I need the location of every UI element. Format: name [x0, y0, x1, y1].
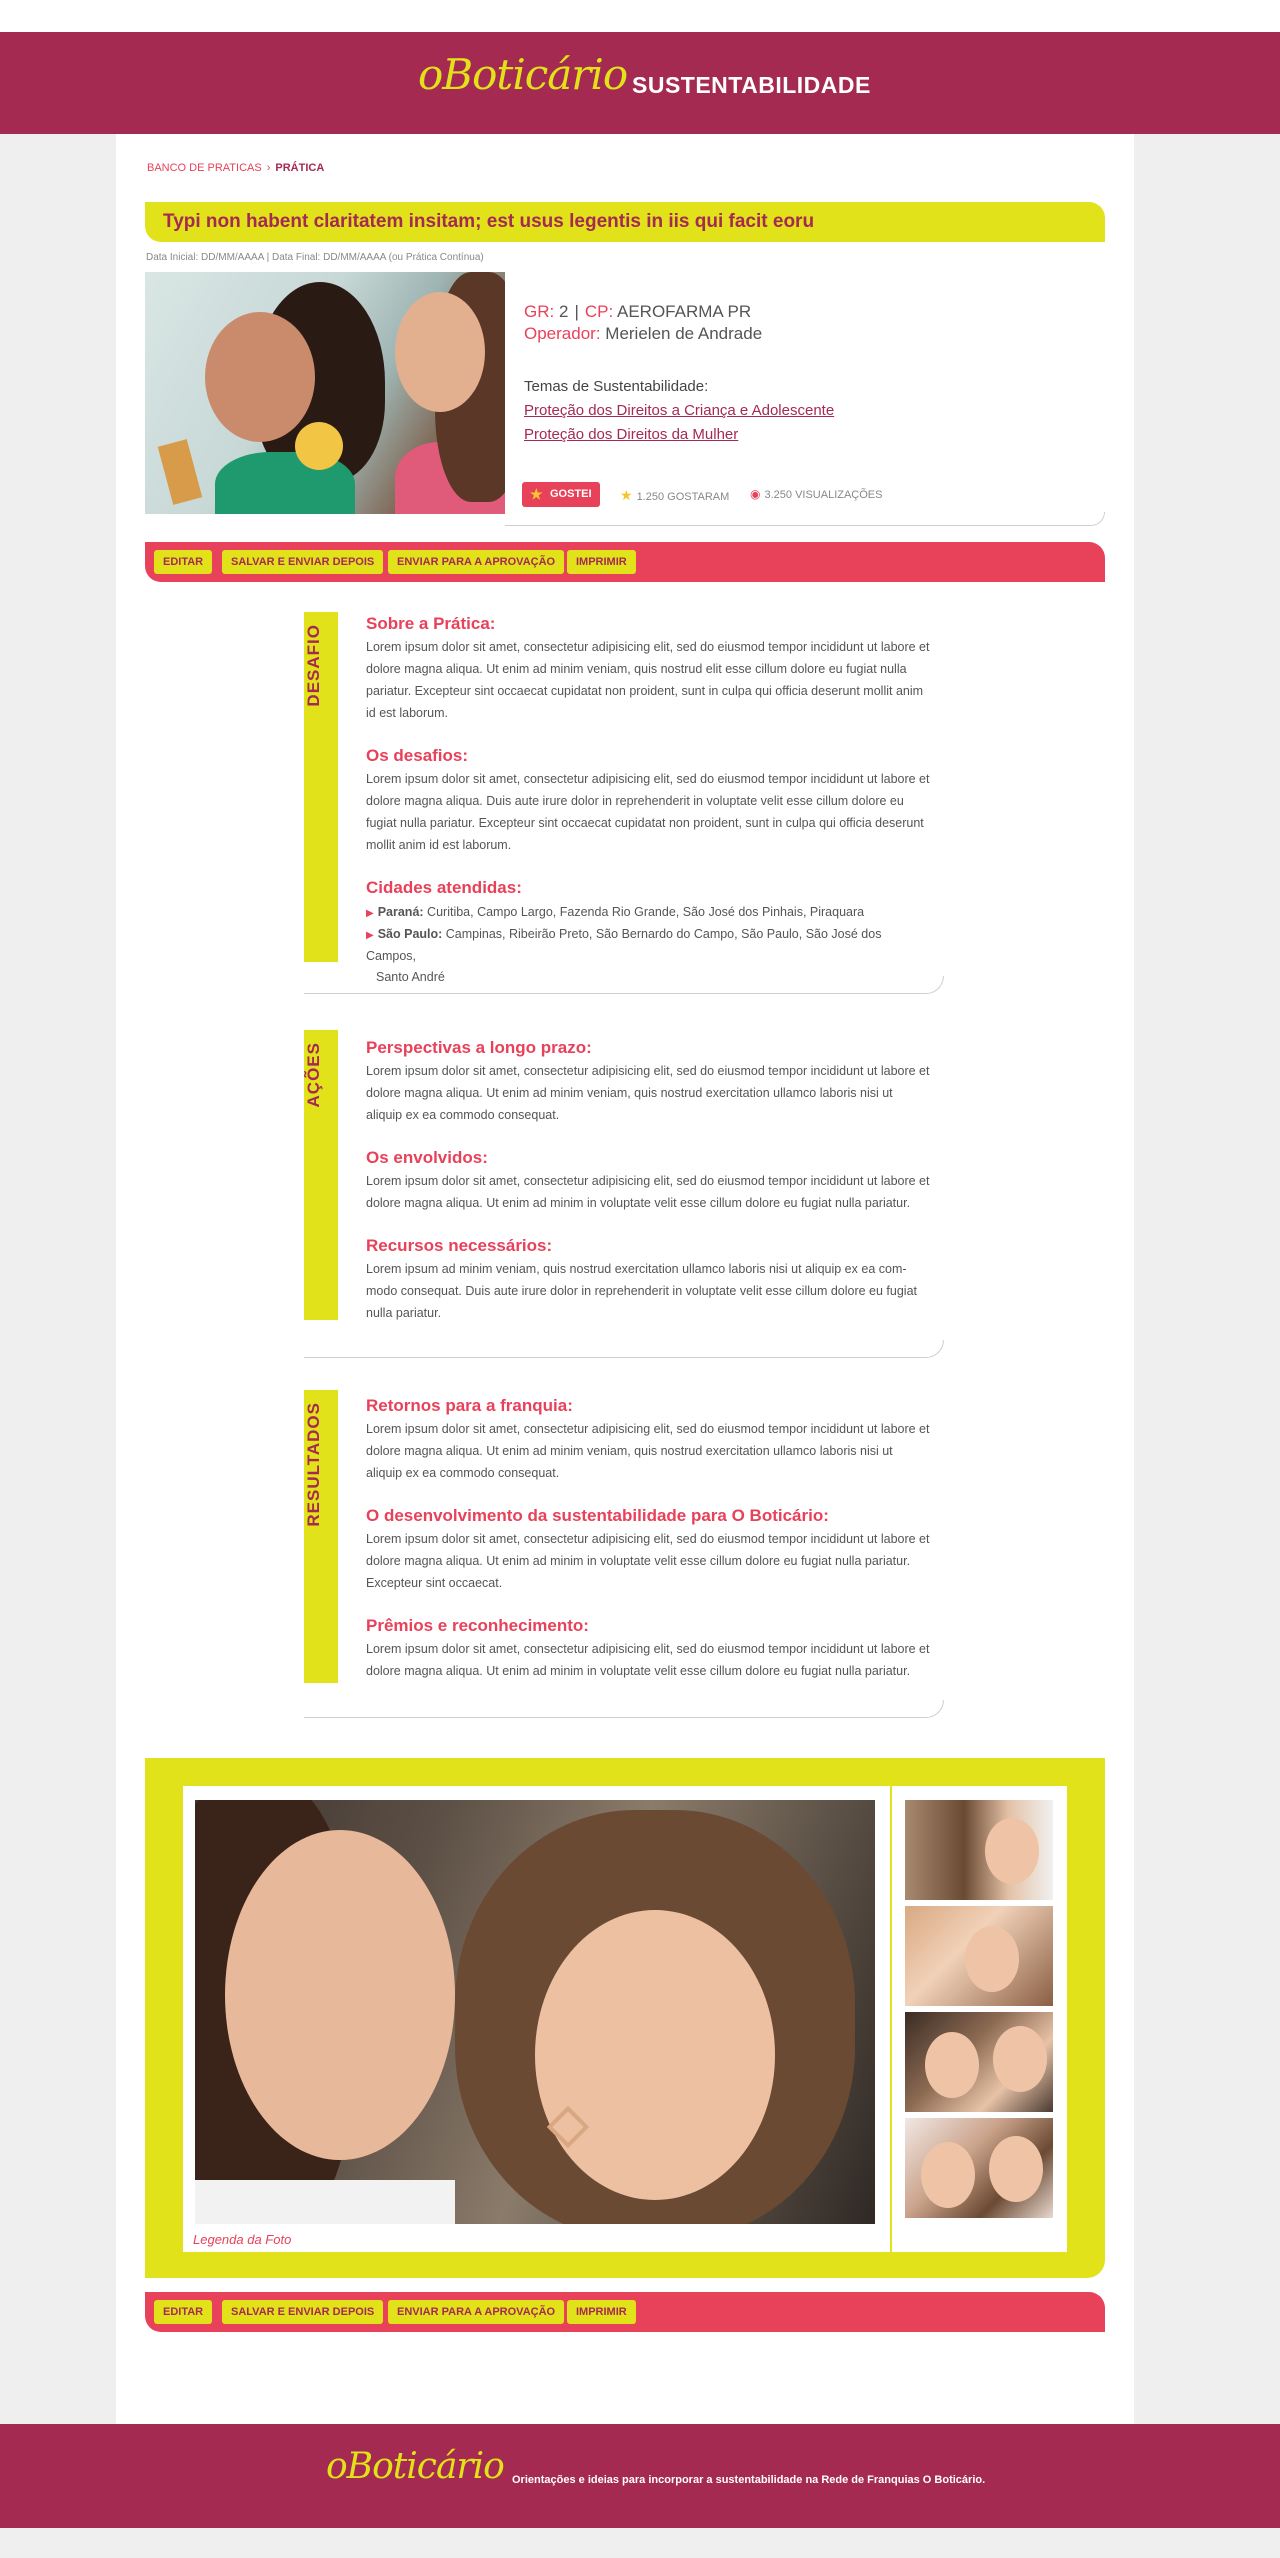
section-paragraph: Lorem ipsum ad minim veniam, quis nostru…: [366, 1262, 918, 1320]
views-count-text: 3.250 VISUALIZAÇÕES: [764, 489, 883, 501]
bottom-strip: [0, 2528, 1280, 2558]
divider: [304, 1340, 944, 1358]
header-logo[interactable]: oBoticário: [418, 50, 628, 99]
gallery-thumbnail[interactable]: [905, 1906, 1053, 2006]
section-tab-resultados: RESULTADOS: [304, 1390, 338, 1683]
footer-text: Orientações e ideias para incorporar a s…: [512, 2474, 986, 2486]
section-heading: Os envolvidos:: [366, 1148, 488, 1167]
print-button[interactable]: IMPRIMIR: [567, 550, 636, 574]
save-send-later-button[interactable]: SALVAR E ENVIAR DEPOIS: [222, 2300, 384, 2324]
city-state: Paraná:: [377, 905, 424, 919]
star-icon: ★: [620, 487, 633, 503]
operator-value: Merielen de Andrade: [605, 324, 763, 343]
section-heading: O desenvolvimento da sustentabilidade pa…: [366, 1506, 829, 1525]
save-send-later-button[interactable]: SALVAR E ENVIAR DEPOIS: [222, 550, 384, 574]
edit-button[interactable]: EDITAR: [154, 550, 213, 574]
gallery-thumbnail[interactable]: [905, 2012, 1053, 2112]
action-bar-bottom: EDITAR SALVAR E ENVIAR DEPOIS ENVIAR PAR…: [145, 2292, 1105, 2332]
section-heading: Sobre a Prática:: [366, 614, 496, 633]
breadcrumb-separator: ›: [266, 162, 271, 174]
cp-label: CP:: [584, 302, 614, 321]
send-approval-button[interactable]: ENVIAR PARA A APROVAÇÃO: [388, 550, 565, 574]
section-tab-label: AÇÕES: [304, 1042, 323, 1108]
cp-value: AEROFARMA PR: [617, 302, 752, 321]
eye-icon: ◉: [750, 487, 761, 501]
like-button[interactable]: ★ GOSTEI: [522, 482, 600, 507]
divider: [304, 1700, 944, 1718]
section-paragraph: Lorem ipsum dolor sit amet, consectetur …: [366, 1642, 930, 1678]
practice-photo: [145, 272, 505, 514]
likes-count-text: 1.250 GOSTARAM: [636, 491, 730, 503]
section-paragraph: Lorem ipsum dolor sit amet, consectetur …: [366, 772, 930, 852]
operator-label: Operador:: [524, 324, 601, 343]
section-paragraph: Lorem ipsum dolor sit amet, consectetur …: [366, 640, 930, 720]
city-list: Campinas, Ribeirão Preto, São Bernardo d…: [366, 927, 882, 963]
section-tab-label: DESAFIO: [304, 624, 323, 707]
practice-dates: Data Inicial: DD/MM/AAAA | Data Final: D…: [146, 252, 484, 263]
section-tab-label: RESULTADOS: [304, 1402, 323, 1527]
likes-count: ★ 1.250 GOSTARAM: [620, 487, 729, 504]
send-approval-button[interactable]: ENVIAR PARA A APROVAÇÃO: [388, 2300, 565, 2324]
gr-label: GR:: [524, 302, 555, 321]
gallery-separator: [890, 1786, 892, 2252]
header-title: SUSTENTABILIDADE: [632, 72, 871, 98]
photo-gallery: Legenda da Foto: [145, 1758, 1105, 2278]
section-heading: Os desafios:: [366, 746, 469, 765]
practice-title: Typi non habent claritatem insitam; est …: [163, 211, 815, 232]
gallery-main-photo[interactable]: [195, 1800, 875, 2224]
city-list: Curitiba, Campo Largo, Fazenda Rio Grand…: [427, 905, 865, 919]
divider: [505, 512, 1105, 526]
theme-link[interactable]: Proteção dos Direitos a Criança e Adoles…: [524, 402, 834, 419]
print-button[interactable]: IMPRIMIR: [567, 2300, 636, 2324]
views-count: ◉ 3.250 VISUALIZAÇÕES: [750, 487, 882, 501]
breadcrumb-current: PRÁTICA: [275, 162, 325, 174]
gallery-thumbnail[interactable]: [905, 2118, 1053, 2218]
like-button-label: GOSTEI: [550, 488, 592, 500]
arrow-icon: ▶: [366, 930, 374, 941]
section-heading: Cidades atendidas:: [366, 878, 522, 897]
star-icon: ★: [530, 486, 543, 502]
section-paragraph: Lorem ipsum dolor sit amet, consectetur …: [366, 1174, 930, 1210]
section-tab-desafio: DESAFIO: [304, 612, 338, 962]
city-state: São Paulo:: [377, 927, 443, 941]
section-heading: Retornos para a franquia:: [366, 1396, 573, 1415]
edit-button[interactable]: EDITAR: [154, 2300, 213, 2324]
section-paragraph: Lorem ipsum dolor sit amet, consectetur …: [366, 1064, 930, 1122]
section-paragraph: Lorem ipsum dolor sit amet, consectetur …: [366, 1422, 930, 1480]
practice-gr-cp: GR: 2 | CP: AEROFARMA PR: [524, 302, 752, 321]
section-paragraph: Lorem ipsum dolor sit amet, consectetur …: [366, 1532, 930, 1590]
breadcrumb: BANCO DE PRATICAS › PRÁTICA: [147, 162, 324, 174]
section-heading: Recursos necessários:: [366, 1236, 553, 1255]
divider: [304, 976, 944, 994]
list-item: ▶ Paraná: Curitiba, Campo Largo, Fazenda …: [366, 902, 932, 924]
gallery-frame: Legenda da Foto: [183, 1786, 1067, 2252]
arrow-icon: ▶: [366, 908, 374, 919]
gr-value: 2: [558, 302, 569, 321]
footer-logo[interactable]: oBoticário: [326, 2446, 505, 2487]
practice-operator: Operador: Merielen de Andrade: [524, 324, 762, 344]
top-strip: [0, 0, 1280, 32]
action-bar-top: EDITAR SALVAR E ENVIAR DEPOIS ENVIAR PAR…: [145, 542, 1105, 582]
section-tab-acoes: AÇÕES: [304, 1030, 338, 1320]
section-heading: Prêmios e reconhecimento:: [366, 1616, 589, 1635]
gallery-thumbnail[interactable]: [905, 1800, 1053, 1900]
photo-caption: Legenda da Foto: [193, 2232, 292, 2247]
section-heading: Perspectivas a longo prazo:: [366, 1038, 592, 1057]
themes-title: Temas de Sustentabilidade:: [524, 378, 709, 395]
theme-link[interactable]: Proteção dos Direitos da Mulher: [524, 426, 738, 443]
breadcrumb-root-link[interactable]: BANCO DE PRATICAS: [147, 162, 262, 174]
practice-title-bar: Typi non habent claritatem insitam; est …: [145, 202, 1105, 242]
